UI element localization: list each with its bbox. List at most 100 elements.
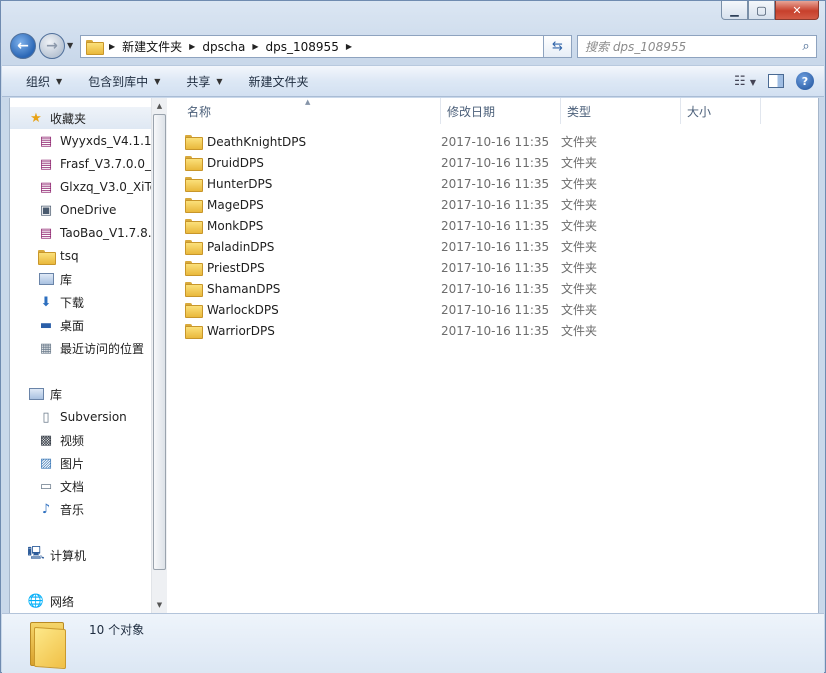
nav-libraries-label: 库: [50, 387, 63, 402]
nav-favorites-label: 收藏夹: [50, 111, 87, 126]
minimize-icon: ▁: [730, 3, 739, 17]
folder-icon: [185, 156, 203, 171]
nav-favorite-item[interactable]: ▣ OneDrive: [10, 199, 117, 221]
file-row[interactable]: PriestDPS 2017-10-16 11:35 文件夹: [185, 257, 625, 278]
file-name: DruidDPS: [207, 155, 264, 170]
file-row[interactable]: ShamanDPS 2017-10-16 11:35 文件夹: [185, 278, 625, 299]
search-input[interactable]: [578, 36, 796, 57]
preview-pane-button[interactable]: [768, 74, 784, 88]
file-row[interactable]: DeathKnightDPS 2017-10-16 11:35 文件夹: [185, 131, 625, 152]
nav-library-item[interactable]: ▨ 图片: [10, 452, 84, 474]
chevron-right-icon[interactable]: ▶: [189, 42, 195, 51]
file-row[interactable]: DruidDPS 2017-10-16 11:35 文件夹: [185, 152, 625, 173]
forward-button[interactable]: →: [39, 33, 65, 59]
nav-favorites[interactable]: ★ 收藏夹: [10, 107, 151, 129]
file-modified-date: 2017-10-16 11:35: [441, 323, 550, 338]
maximize-button[interactable]: ▢: [748, 1, 775, 20]
file-name: PriestDPS: [207, 260, 265, 275]
help-button[interactable]: ?: [796, 72, 814, 90]
chevron-right-icon[interactable]: ▶: [346, 42, 352, 51]
chevron-down-icon: ▼: [216, 76, 223, 86]
file-row[interactable]: WarriorDPS 2017-10-16 11:35 文件夹: [185, 320, 625, 341]
column-size[interactable]: 大小: [681, 98, 761, 124]
file-row[interactable]: HunterDPS 2017-10-16 11:35 文件夹: [185, 173, 625, 194]
view-options-button[interactable]: ☷ ▼: [734, 74, 756, 89]
column-type[interactable]: 类型: [561, 98, 681, 124]
winrar-archive-icon: ▤: [39, 156, 53, 172]
nav-favorite-item[interactable]: ⬇ 下载: [10, 291, 84, 313]
nav-favorite-item-label: 桌面: [60, 318, 85, 333]
file-row[interactable]: PaladinDPS 2017-10-16 11:35 文件夹: [185, 236, 625, 257]
recent-pages-dropdown[interactable]: ▼: [67, 41, 73, 50]
breadcrumb-item[interactable]: dps_108955: [266, 40, 339, 54]
scroll-thumb[interactable]: [153, 114, 166, 570]
help-icon: ?: [801, 74, 809, 88]
folder-icon: [185, 282, 203, 297]
share-label: 共享: [186, 74, 211, 89]
column-name[interactable]: 名称: [167, 98, 441, 124]
file-name: WarlockDPS: [207, 302, 279, 317]
nav-favorite-item-label: Glxzq_V3.0_XiTon: [60, 180, 151, 194]
nav-favorite-item-label: 最近访问的位置: [60, 341, 145, 356]
scroll-down-button[interactable]: ▼: [152, 597, 167, 613]
command-bar: 组织 ▼ 包含到库中 ▼ 共享 ▼ 新建文件夹 ☷ ▼ ?: [2, 65, 824, 97]
file-row[interactable]: WarlockDPS 2017-10-16 11:35 文件夹: [185, 299, 625, 320]
chevron-right-icon[interactable]: ▶: [109, 42, 115, 51]
file-row[interactable]: MageDPS 2017-10-16 11:35 文件夹: [185, 194, 625, 215]
navigation-scrollbar[interactable]: ▲ ▼: [151, 98, 167, 613]
folder-icon: [185, 324, 203, 339]
file-modified-date: 2017-10-16 11:35: [441, 176, 550, 191]
minimize-button[interactable]: ▁: [721, 1, 748, 20]
close-button[interactable]: ✕: [775, 1, 819, 20]
breadcrumb-item[interactable]: dpscha: [202, 40, 245, 54]
nav-favorite-item[interactable]: ▤ TaoBao_V1.7.8.0: [10, 222, 151, 244]
large-folder-icon: [28, 620, 68, 670]
file-modified-date: 2017-10-16 11:35: [441, 134, 550, 149]
back-button[interactable]: ←: [10, 33, 36, 59]
scroll-up-button[interactable]: ▲: [152, 98, 167, 114]
refresh-button[interactable]: ⇆: [544, 35, 572, 58]
onedrive-icon: ▣: [39, 202, 53, 218]
nav-library-item[interactable]: ▯ Subversion: [10, 406, 126, 428]
file-modified-date: 2017-10-16 11:35: [441, 197, 550, 212]
nav-favorite-item[interactable]: ▬ 桌面: [10, 314, 84, 336]
file-type: 文件夹: [561, 324, 598, 338]
organize-button[interactable]: 组织 ▼: [2, 66, 75, 96]
nav-favorite-item[interactable]: ▤ Wyyxds_V4.1.1.1: [10, 130, 151, 152]
breadcrumb-item[interactable]: 新建文件夹: [122, 38, 182, 55]
file-name: HunterDPS: [207, 176, 273, 191]
nav-favorite-item-label: tsq: [60, 249, 79, 263]
nav-library-item[interactable]: ▭ 文档: [10, 475, 84, 497]
file-type: 文件夹: [561, 261, 598, 275]
column-date[interactable]: 修改日期: [441, 98, 561, 124]
nav-libraries[interactable]: 库: [10, 383, 62, 405]
nav-favorite-item[interactable]: tsq: [10, 245, 79, 267]
toolbar-right: ☷ ▼ ?: [734, 66, 814, 96]
file-name: MageDPS: [207, 197, 264, 212]
new-folder-button[interactable]: 新建文件夹: [236, 66, 322, 96]
nav-favorite-item[interactable]: 库: [10, 268, 72, 290]
organize-label: 组织: [26, 74, 51, 89]
nav-favorite-item[interactable]: ▤ Frasf_V3.7.0.0_Xi: [10, 153, 151, 175]
nav-library-item[interactable]: ♪ 音乐: [10, 498, 84, 520]
share-button[interactable]: 共享 ▼: [173, 66, 235, 96]
nav-network[interactable]: 🌐 网络: [10, 590, 74, 612]
file-modified-date: 2017-10-16 11:35: [441, 260, 550, 275]
file-type: 文件夹: [561, 219, 598, 233]
document-icon: ▯: [42, 409, 50, 425]
nav-library-item-label: 视频: [60, 433, 85, 448]
breadcrumb: ▶ 新建文件夹 ▶ dpscha ▶ dps_108955 ▶: [102, 36, 359, 57]
chevron-right-icon[interactable]: ▶: [252, 42, 258, 51]
file-name: WarriorDPS: [207, 323, 275, 338]
search-icon[interactable]: ⌕: [796, 39, 816, 54]
include-in-library-button[interactable]: 包含到库中 ▼: [75, 66, 173, 96]
maximize-icon: ▢: [756, 3, 767, 17]
nav-library-item[interactable]: ▩ 视频: [10, 429, 84, 451]
file-name: ShamanDPS: [207, 281, 281, 296]
file-row[interactable]: MonkDPS 2017-10-16 11:35 文件夹: [185, 215, 625, 236]
nav-favorite-item[interactable]: ▦ 最近访问的位置: [10, 337, 144, 359]
address-bar[interactable]: ▶ 新建文件夹 ▶ dpscha ▶ dps_108955 ▶: [80, 35, 544, 58]
winrar-archive-icon: ▤: [39, 133, 53, 149]
nav-favorite-item[interactable]: ▤ Glxzq_V3.0_XiTon: [10, 176, 151, 198]
nav-computer[interactable]: 🖳 计算机: [10, 544, 86, 566]
